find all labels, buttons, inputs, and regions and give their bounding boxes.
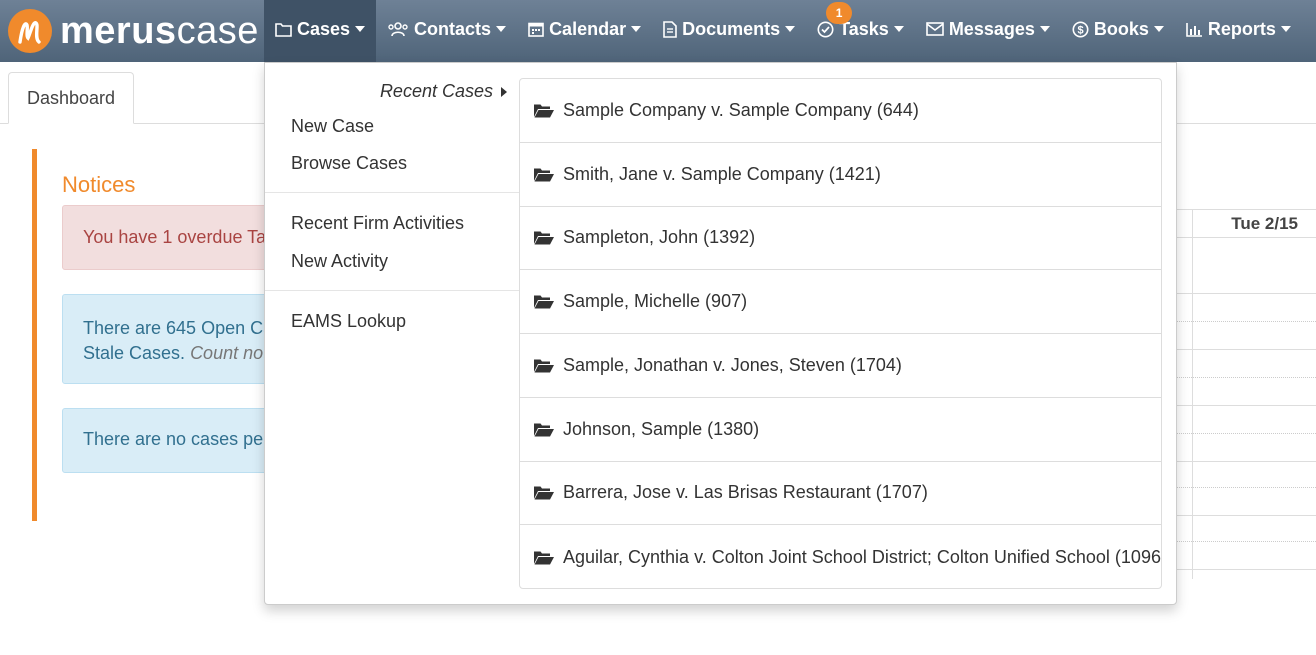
nav-reports[interactable]: Reports <box>1175 0 1302 62</box>
chevron-right-icon <box>501 86 507 97</box>
nav-cases-label: Cases <box>297 18 351 39</box>
calendar-row <box>1176 541 1316 542</box>
recent-case-name: Sample, Michelle (907) <box>563 291 748 312</box>
notices-title: Notices <box>62 172 136 197</box>
calendar-widget: Tue 2/15 <box>1176 209 1316 581</box>
notices-accent-bar <box>32 149 37 521</box>
tab-dashboard[interactable]: Dashboard <box>8 72 134 124</box>
nav-messages[interactable]: Messages <box>915 0 1061 62</box>
recent-case-item[interactable]: Sample, Michelle (907) <box>520 270 1161 334</box>
svg-text:$: $ <box>1077 24 1083 36</box>
brand-logo[interactable]: meruscase <box>0 0 264 62</box>
recent-case-item[interactable]: Sample, Jonathan v. Jones, Steven (1704) <box>520 334 1161 398</box>
recent-case-item[interactable]: Aguilar, Cynthia v. Colton Joint School … <box>520 525 1162 588</box>
recent-case-name: Smith, Jane v. Sample Company (1421) <box>563 163 881 184</box>
calendar-row <box>1176 487 1316 488</box>
new-activity-link[interactable]: New Activity <box>291 251 388 272</box>
nav-books-label: Books <box>1093 18 1149 39</box>
recent-case-name: Johnson, Sample (1380) <box>563 418 760 439</box>
merus-logo-icon <box>8 9 52 53</box>
recent-cases-submenu[interactable]: Recent Cases <box>380 81 507 102</box>
recent-case-name: Aguilar, Cynthia v. Colton Joint School … <box>563 546 1162 567</box>
recent-case-name: Sampleton, John (1392) <box>563 227 756 248</box>
browse-cases-link[interactable]: Browse Cases <box>291 153 407 174</box>
recent-case-name: Barrera, Jose v. Las Brisas Restaurant (… <box>563 482 928 503</box>
calendar-row <box>1176 349 1316 350</box>
calendar-icon <box>528 21 544 37</box>
users-icon <box>387 21 409 37</box>
nav-tasks[interactable]: 1 Tasks <box>806 0 915 62</box>
cases-dropdown-menu: Recent Cases New Case Browse Cases Recen… <box>264 62 1177 605</box>
stale-cases-text: Stale Cases. <box>83 343 191 363</box>
folder-open-icon <box>534 422 554 437</box>
top-navbar: meruscase Cases Contacts Calendar Docume… <box>0 0 1316 62</box>
menu-divider <box>265 290 519 291</box>
recent-case-name: Sample, Jonathan v. Jones, Steven (1704) <box>563 354 902 375</box>
calendar-row <box>1176 293 1316 294</box>
recent-firm-activities-link[interactable]: Recent Firm Activities <box>291 213 464 234</box>
new-case-link[interactable]: New Case <box>291 116 374 137</box>
chevron-down-icon <box>785 26 796 32</box>
recent-case-name: Sample Company v. Sample Company (644) <box>563 99 919 120</box>
dollar-circle-icon: $ <box>1072 21 1089 38</box>
nav-contacts[interactable]: Contacts <box>376 0 517 62</box>
folder-open-icon <box>534 103 554 118</box>
chevron-down-icon <box>355 26 366 32</box>
folder-open-icon <box>534 167 554 182</box>
calendar-row <box>1176 569 1316 570</box>
cases-menu-links: Recent Cases New Case Browse Cases Recen… <box>265 63 519 604</box>
recent-case-item[interactable]: Barrera, Jose v. Las Brisas Restaurant (… <box>520 462 1161 526</box>
calendar-row <box>1176 461 1316 462</box>
calendar-row <box>1176 377 1316 378</box>
folder-open-icon <box>534 230 554 245</box>
nav-reports-label: Reports <box>1207 18 1276 39</box>
recent-case-item[interactable]: Sample Company v. Sample Company (644) <box>520 79 1161 143</box>
folder-open-icon <box>534 550 554 565</box>
folder-icon <box>275 22 292 37</box>
folder-open-icon <box>534 485 554 500</box>
recent-case-item[interactable]: Smith, Jane v. Sample Company (1421) <box>520 143 1161 207</box>
chevron-down-icon <box>631 26 642 32</box>
nav-calendar[interactable]: Calendar <box>517 0 652 62</box>
calendar-divider <box>1192 209 1193 579</box>
calendar-day-header: Tue 2/15 <box>1176 209 1316 238</box>
nav-books[interactable]: $ Books <box>1061 0 1175 62</box>
stale-count-muted: Count not <box>190 343 269 363</box>
pending-cases-text: There are no cases pen <box>83 429 274 449</box>
nav-contacts-label: Contacts <box>414 18 492 39</box>
calendar-row <box>1176 433 1316 434</box>
tasks-count-badge: 1 <box>826 2 853 24</box>
document-icon <box>663 20 677 38</box>
calendar-day-label: Tue 2/15 <box>1231 214 1298 233</box>
nav-cases[interactable]: Cases <box>264 0 377 62</box>
chevron-down-icon <box>496 26 507 32</box>
folder-open-icon <box>534 358 554 373</box>
overdue-tasks-text: You have 1 overdue Tas <box>83 227 276 247</box>
chevron-down-icon <box>1153 26 1164 32</box>
chevron-down-icon <box>1280 26 1291 32</box>
recent-case-item[interactable]: Sampleton, John (1392) <box>520 207 1161 271</box>
menu-divider <box>265 192 519 193</box>
chevron-down-icon <box>893 26 904 32</box>
brand-wordmark: meruscase <box>60 10 259 52</box>
calendar-row <box>1176 321 1316 322</box>
nav-documents[interactable]: Documents <box>652 0 806 62</box>
envelope-icon <box>926 22 944 36</box>
recent-cases-list: Sample Company v. Sample Company (644) S… <box>519 78 1162 589</box>
eams-lookup-link[interactable]: EAMS Lookup <box>291 311 406 332</box>
recent-cases-label: Recent Cases <box>379 81 493 101</box>
nav-documents-label: Documents <box>682 18 781 39</box>
bar-chart-icon <box>1186 22 1203 37</box>
nav-calendar-label: Calendar <box>549 18 627 39</box>
recent-case-item[interactable]: Johnson, Sample (1380) <box>520 398 1161 462</box>
nav-messages-label: Messages <box>948 18 1035 39</box>
calendar-row <box>1176 515 1316 516</box>
folder-open-icon <box>534 294 554 309</box>
chevron-down-icon <box>1039 26 1050 32</box>
calendar-row <box>1176 405 1316 406</box>
